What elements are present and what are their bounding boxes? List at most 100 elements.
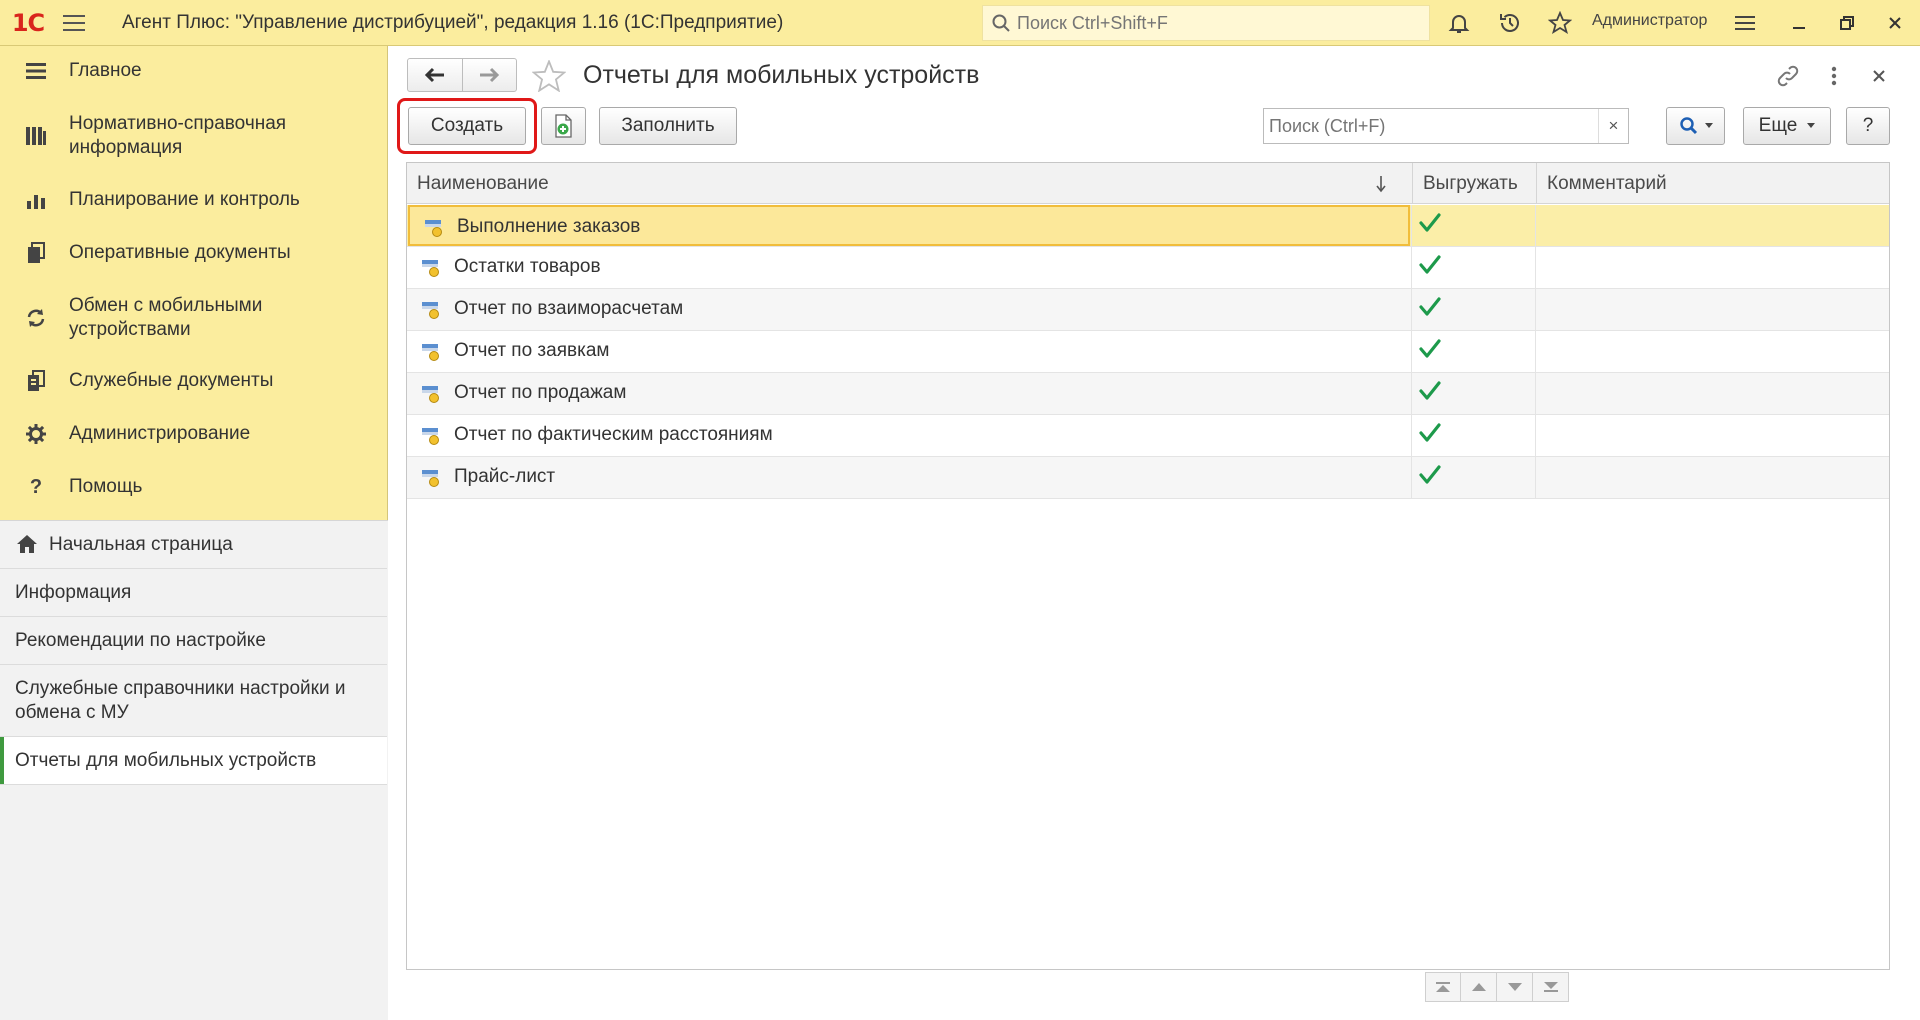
- scroll-up-button[interactable]: [1461, 972, 1497, 1002]
- table-row[interactable]: Прайс-лист: [407, 457, 1889, 499]
- report-name: Отчет по взаиморасчетам: [454, 298, 684, 319]
- question-icon: ?: [29, 475, 43, 498]
- close-window-button[interactable]: [1880, 8, 1910, 38]
- copy-button[interactable]: [541, 107, 586, 145]
- scroll-to-bottom-button[interactable]: [1533, 972, 1569, 1002]
- close-icon: [1873, 70, 1885, 82]
- name-cell[interactable]: Выполнение заказов: [408, 205, 1410, 246]
- section-service-docs[interactable]: Служебные документы: [0, 368, 388, 394]
- scroll-down-button[interactable]: [1497, 972, 1533, 1002]
- command-service-catalogs[interactable]: Служебные справочники настройки и обмена…: [0, 665, 387, 737]
- list-search-input[interactable]: [1264, 115, 1594, 137]
- name-cell[interactable]: Отчет по взаиморасчетам: [407, 289, 1410, 330]
- global-search-input[interactable]: [1017, 12, 1417, 34]
- checkmark-icon[interactable]: [1417, 463, 1443, 487]
- list-scroll-buttons: [1425, 972, 1569, 1002]
- menu-lines-icon: [1735, 16, 1755, 30]
- current-user[interactable]: Администратор: [1592, 12, 1707, 30]
- column-title: Наименование: [417, 173, 549, 194]
- restore-button[interactable]: [1832, 8, 1862, 38]
- app-logo[interactable]: 1С: [0, 0, 56, 46]
- search-icon: [992, 14, 1010, 32]
- global-search[interactable]: [982, 5, 1430, 41]
- report-name: Отчет по заявкам: [454, 340, 610, 361]
- add-to-favorites-button[interactable]: [531, 58, 567, 98]
- section-administration[interactable]: Администрирование: [0, 421, 388, 447]
- close-form-button[interactable]: [1865, 62, 1893, 90]
- checkmark-icon[interactable]: [1417, 379, 1443, 403]
- window-title: Агент Плюс: "Управление дистрибуцией", р…: [122, 11, 784, 33]
- column-header-name[interactable]: Наименование: [407, 163, 1412, 204]
- section-operational-docs[interactable]: Оперативные документы: [0, 240, 388, 266]
- fill-button[interactable]: Заполнить: [599, 107, 737, 145]
- column-header-comment[interactable]: Комментарий: [1536, 163, 1889, 204]
- report-icon: [422, 470, 439, 487]
- checkmark-icon[interactable]: [1417, 211, 1443, 235]
- checkmark-icon[interactable]: [1417, 337, 1443, 361]
- name-cell[interactable]: Отчет по заявкам: [407, 331, 1410, 372]
- section-main[interactable]: Главное: [0, 58, 388, 84]
- back-button[interactable]: [408, 59, 462, 91]
- table-row[interactable]: Отчет по фактическим расстояниям: [407, 415, 1889, 457]
- list-search[interactable]: ×: [1263, 108, 1629, 144]
- column-header-export[interactable]: Выгружать: [1412, 163, 1536, 204]
- report-icon: [422, 302, 439, 319]
- reports-table: Наименование Выгружать Комментарий Выпол…: [406, 162, 1890, 970]
- name-cell[interactable]: Остатки товаров: [407, 247, 1410, 288]
- command-home-page[interactable]: Начальная страница: [0, 521, 387, 569]
- table-row[interactable]: Отчет по заявкам: [407, 331, 1889, 373]
- star-icon: [531, 58, 567, 93]
- table-row[interactable]: Остатки товаров: [407, 247, 1889, 289]
- checkmark-icon[interactable]: [1417, 295, 1443, 319]
- favorites-button[interactable]: [1545, 8, 1575, 38]
- command-label: Рекомендации по настройке: [15, 630, 266, 651]
- forward-button[interactable]: [461, 59, 517, 91]
- bar-chart-icon: [24, 188, 48, 212]
- logo-text: 1С: [11, 8, 45, 37]
- section-help[interactable]: ? Помощь: [0, 474, 388, 500]
- main-menu-button[interactable]: [56, 0, 92, 46]
- name-cell[interactable]: Прайс-лист: [407, 457, 1410, 498]
- name-cell[interactable]: Отчет по продажам: [407, 373, 1410, 414]
- section-label: Обмен с мобильными устройствами: [69, 295, 263, 340]
- form-menu-button[interactable]: [1820, 62, 1848, 90]
- more-button[interactable]: Еще: [1743, 107, 1831, 145]
- search-options-button[interactable]: [1666, 107, 1725, 145]
- gear-icon: [24, 422, 48, 446]
- section-label: Главное: [69, 60, 142, 81]
- table-row[interactable]: Выполнение заказов: [407, 205, 1889, 247]
- command-setup-recommendations[interactable]: Рекомендации по настройке: [0, 617, 387, 665]
- report-icon: [422, 344, 439, 361]
- section-commands-panel: Начальная страница Информация Рекомендац…: [0, 520, 388, 1020]
- scroll-up-icon: [1471, 983, 1486, 991]
- settings-menu-button[interactable]: [1730, 8, 1760, 38]
- command-label: Информация: [15, 582, 132, 603]
- report-icon: [422, 428, 439, 445]
- section-planning[interactable]: Планирование и контроль: [0, 187, 388, 213]
- create-button[interactable]: Создать: [408, 107, 526, 145]
- home-icon: [17, 535, 37, 553]
- command-mobile-reports[interactable]: Отчеты для мобильных устройств: [0, 737, 387, 785]
- search-clear-button[interactable]: ×: [1598, 109, 1628, 143]
- notifications-button[interactable]: [1444, 8, 1474, 38]
- list-form: Отчеты для мобильных устройств Создать З…: [389, 46, 1920, 1020]
- checkmark-icon[interactable]: [1417, 253, 1443, 277]
- history-nav: [407, 58, 517, 92]
- command-label: Служебные справочники настройки и обмена…: [15, 678, 346, 723]
- name-cell[interactable]: Отчет по фактическим расстояниям: [407, 415, 1410, 456]
- history-button[interactable]: [1495, 8, 1525, 38]
- checkmark-icon[interactable]: [1417, 421, 1443, 445]
- link-button[interactable]: [1774, 62, 1802, 90]
- table-row[interactable]: Отчет по продажам: [407, 373, 1889, 415]
- report-icon: [425, 220, 442, 237]
- table-row[interactable]: Отчет по взаиморасчетам: [407, 289, 1889, 331]
- column-title: Комментарий: [1547, 173, 1667, 194]
- section-mobile-exchange[interactable]: Обмен с мобильными устройствами: [0, 295, 388, 341]
- minimize-button[interactable]: [1784, 8, 1814, 38]
- catalog-icon: [24, 124, 48, 148]
- section-reference-info[interactable]: Нормативно-справочная информация: [0, 113, 388, 159]
- section-label: Нормативно-справочная информация: [69, 113, 287, 158]
- scroll-to-top-button[interactable]: [1425, 972, 1461, 1002]
- help-button[interactable]: ?: [1846, 107, 1890, 145]
- command-information[interactable]: Информация: [0, 569, 387, 617]
